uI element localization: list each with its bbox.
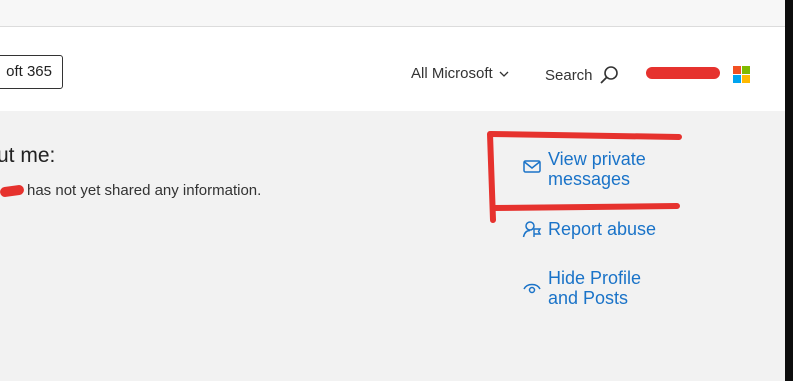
- top-strip: [0, 0, 785, 27]
- logo-red-square: [733, 66, 741, 74]
- hide-profile-label: Hide Profile and Posts: [548, 268, 641, 308]
- logo-yellow-square: [742, 75, 750, 83]
- envelope-icon: [523, 160, 541, 173]
- all-microsoft-menu[interactable]: All Microsoft: [411, 65, 509, 82]
- search-label: Search: [545, 66, 593, 84]
- window-edge: [785, 0, 793, 381]
- hide-profile-line2: and Posts: [548, 288, 629, 308]
- report-abuse-label: Report abuse: [548, 219, 657, 239]
- hide-profile-line1: Hide Profile: [548, 268, 642, 288]
- redacted-user-name[interactable]: [646, 67, 720, 79]
- view-private-messages-line1: View private: [548, 149, 646, 169]
- microsoft-365-button[interactable]: oft 365: [0, 55, 63, 89]
- search-icon: [599, 66, 618, 84]
- view-private-messages-label: View private messages: [548, 149, 646, 189]
- redacted-username: [0, 184, 25, 198]
- report-abuse-link[interactable]: Report abuse: [522, 219, 656, 239]
- logo-blue-square: [733, 75, 741, 83]
- profile-content: ut me: has not yet shared any informatio…: [0, 111, 785, 381]
- hide-profile-link[interactable]: Hide Profile and Posts: [522, 268, 641, 308]
- chevron-down-icon: [499, 71, 509, 77]
- report-person-icon: [522, 221, 542, 238]
- page: oft 365 All Microsoft Search ut me: has …: [0, 0, 785, 381]
- all-microsoft-label: All Microsoft: [411, 65, 493, 82]
- site-header: oft 365 All Microsoft Search: [0, 27, 785, 111]
- view-private-messages-line2: messages: [548, 169, 631, 189]
- microsoft-logo[interactable]: [733, 66, 750, 83]
- eye-icon: [523, 283, 541, 294]
- about-me-heading: ut me:: [0, 144, 56, 167]
- view-private-messages-link[interactable]: View private messages: [522, 149, 646, 189]
- logo-green-square: [742, 66, 750, 74]
- about-me-text: has not yet shared any information.: [27, 182, 262, 199]
- search-button[interactable]: Search: [545, 65, 619, 85]
